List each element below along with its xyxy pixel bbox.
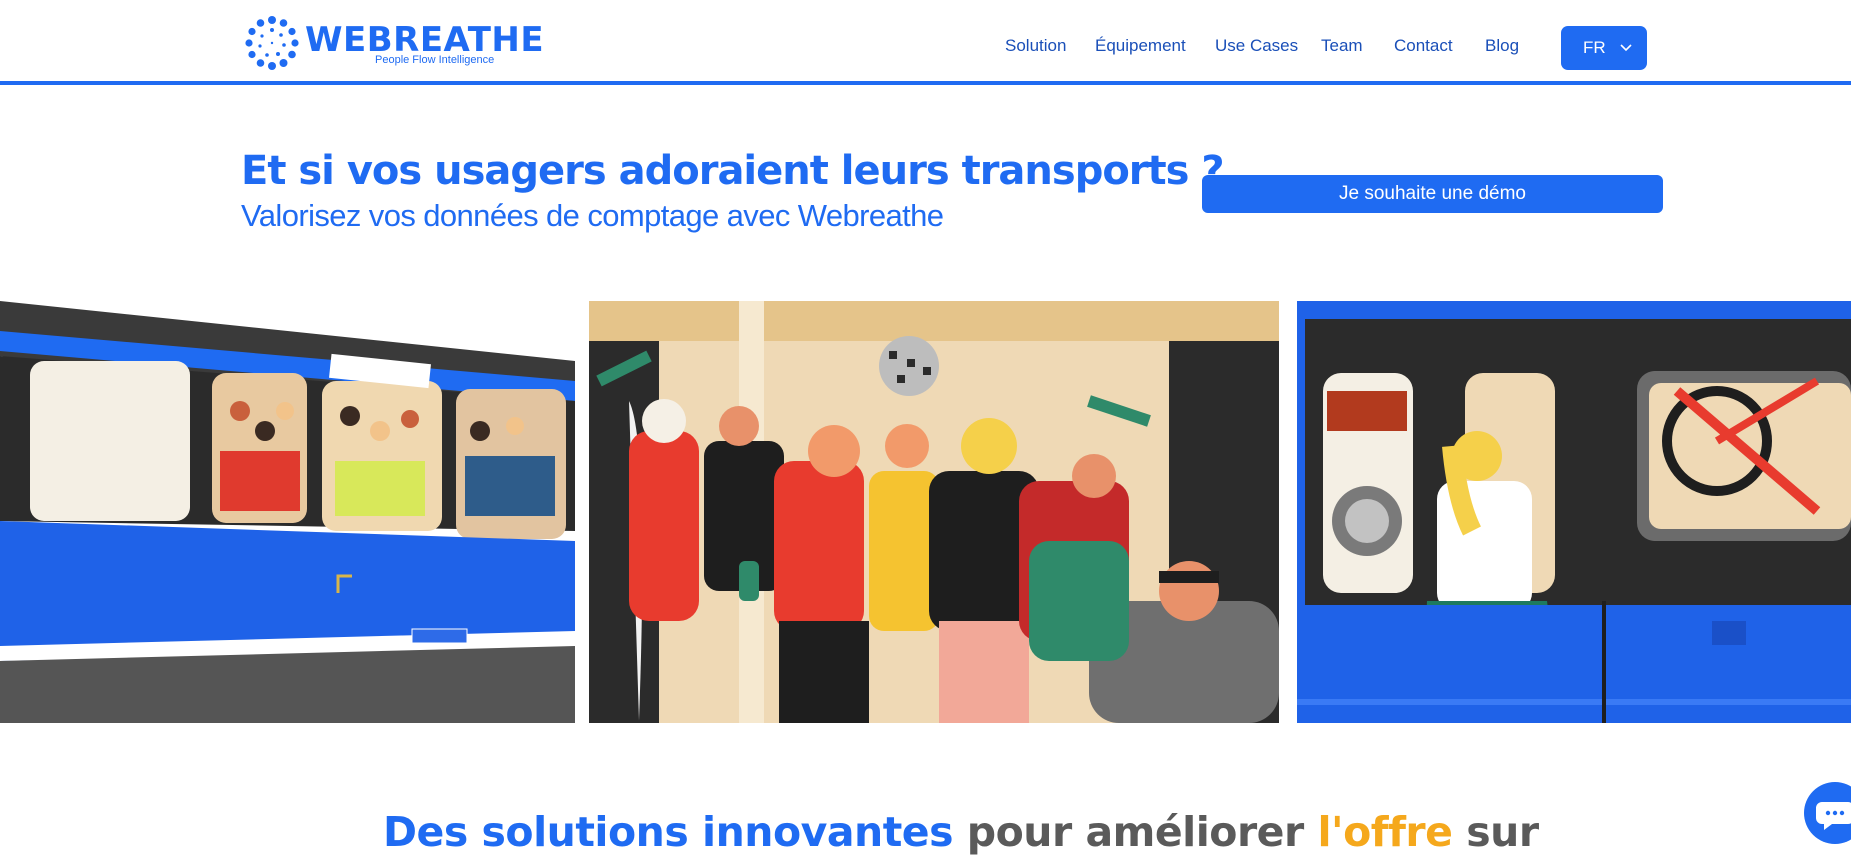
chevron-down-icon [1620,44,1632,52]
section-heading: Des solutions innovantes pour améliorer … [383,808,1539,856]
illustration-train-door [1297,301,1851,723]
logo[interactable]: WEBREATHE People Flow Intelligence [245,16,544,70]
language-selector[interactable]: FR [1561,26,1647,70]
section-heading-part3: l'offre [1317,808,1453,856]
logo-icon [245,16,299,70]
hero-title: Et si vos usagers adoraient leurs transp… [241,148,1225,194]
language-selected: FR [1583,38,1606,57]
hero-subtitle: Valorisez vos données de comptage avec W… [241,198,944,233]
illustration-party-train [589,301,1279,723]
nav-blog[interactable]: Blog [1485,36,1519,56]
site-header: WEBREATHE People Flow Intelligence Solut… [0,0,1851,85]
nav-solution[interactable]: Solution [1005,36,1066,56]
illustration-tram-exterior [0,301,575,723]
logo-tagline: People Flow Intelligence [375,54,495,66]
section-heading-part2: pour améliorer [953,808,1318,856]
nav-equipement[interactable]: Équipement [1095,36,1186,56]
section-heading-part4: sur [1452,808,1539,856]
nav-contact[interactable]: Contact [1394,36,1453,56]
section-heading-part1: Des solutions innovantes [383,808,954,856]
logo-wordmark: WEBREATHE [305,20,545,60]
nav-use-cases[interactable]: Use Cases [1215,36,1298,56]
nav-team[interactable]: Team [1321,36,1363,56]
chat-bubble-icon [1816,802,1851,830]
chat-widget-button[interactable] [1804,782,1851,844]
request-demo-button[interactable]: Je souhaite une démo [1202,175,1663,213]
